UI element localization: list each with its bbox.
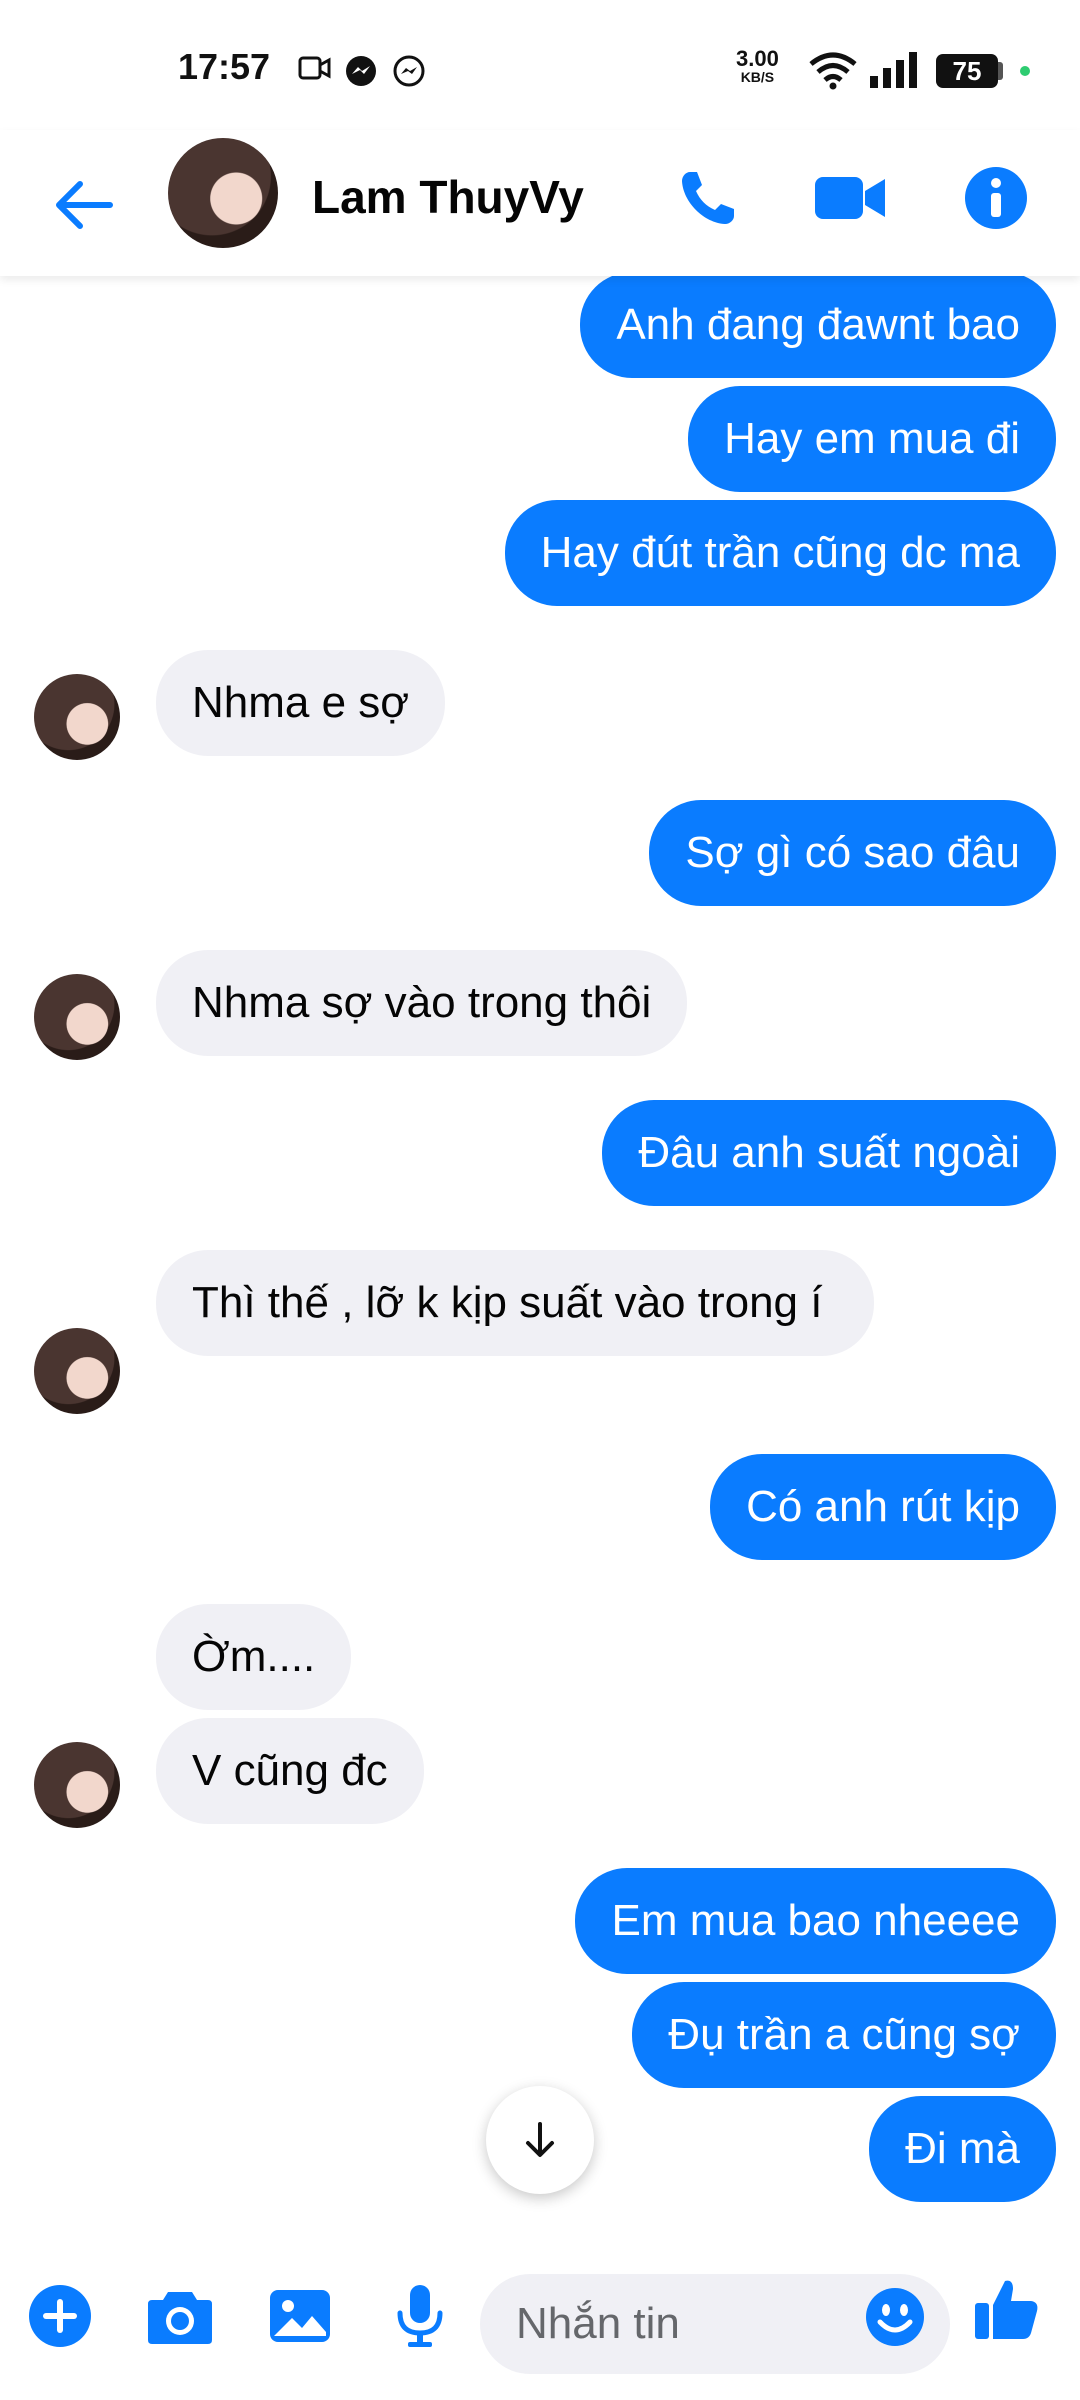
message-outgoing[interactable]: Đâu anh suất ngoài (602, 1100, 1056, 1206)
message-incoming[interactable]: V cũng đc (156, 1718, 424, 1824)
message-outgoing[interactable]: Có anh rút kịp (710, 1454, 1056, 1560)
emoji-icon (866, 2288, 924, 2346)
messenger-notification-icon-outline (393, 55, 425, 87)
message-outgoing[interactable]: Đụ trần a cũng sợ (632, 1982, 1056, 2088)
voice-message-button[interactable] (380, 2276, 460, 2356)
video-camera-icon (815, 177, 885, 219)
message-incoming[interactable]: Nhma e sợ (156, 650, 446, 756)
scroll-to-bottom-button[interactable] (486, 2086, 594, 2194)
image-icon (270, 2290, 330, 2342)
message-outgoing[interactable]: Đi mà (869, 2096, 1056, 2202)
message-outgoing[interactable]: Sợ gì có sao đâu (649, 800, 1056, 906)
signal-icon (870, 52, 917, 88)
video-recording-icon (298, 56, 331, 80)
message-outgoing[interactable]: Anh đang đawnt bao (580, 272, 1056, 378)
message-composer: Nhắn tin (0, 2250, 1080, 2400)
back-button[interactable] (50, 170, 120, 240)
battery-tip (998, 62, 1003, 80)
back-arrow-icon (56, 181, 113, 229)
info-button[interactable] (956, 158, 1036, 238)
messenger-notification-icon (346, 56, 376, 86)
network-speed-unit: KB/S (740, 69, 775, 85)
message-outgoing[interactable]: Hay đút trần cũng dc ma (504, 500, 1056, 606)
sender-avatar[interactable] (34, 1328, 120, 1414)
camera-icon (148, 2292, 212, 2344)
message-incoming[interactable]: Ờm.... (156, 1604, 352, 1710)
message-incoming[interactable]: Thì thế , lỡ k kịp suất vào trong í (156, 1250, 874, 1356)
phone-icon (682, 172, 734, 224)
message-incoming[interactable]: Nhma sợ vào trong thôi (156, 950, 688, 1056)
sender-avatar[interactable] (34, 674, 120, 760)
message-outgoing[interactable]: Hay em mua đi (688, 386, 1056, 492)
privacy-dot-icon (1020, 66, 1030, 76)
wifi-icon (809, 52, 857, 90)
video-call-button[interactable] (810, 158, 890, 238)
emoji-button[interactable] (864, 2286, 926, 2348)
thumbs-up-icon (975, 2280, 1038, 2339)
chat-header: Lam ThuyVy (0, 130, 1080, 276)
more-actions-button[interactable] (20, 2276, 100, 2356)
voice-call-button[interactable] (668, 158, 748, 238)
message-outgoing[interactable]: Em mua bao nheeee (575, 1868, 1056, 1974)
contact-avatar[interactable] (168, 138, 278, 248)
like-button[interactable] (966, 2268, 1046, 2348)
plus-circle-icon (29, 2285, 91, 2347)
gallery-button[interactable] (260, 2276, 340, 2356)
contact-name[interactable]: Lam ThuyVy (312, 170, 584, 224)
sender-avatar[interactable] (34, 1742, 120, 1828)
status-time: 17:57 (178, 46, 271, 87)
status-bar: 17:57 3.00 KB/S 75 (0, 0, 1080, 130)
arrow-down-icon (526, 2122, 554, 2157)
microphone-icon (397, 2285, 443, 2347)
network-speed: 3.00 KB/S (736, 48, 779, 86)
info-icon (965, 167, 1027, 229)
camera-button[interactable] (140, 2276, 220, 2356)
battery-indicator: 75 (936, 54, 998, 88)
sender-avatar[interactable] (34, 974, 120, 1060)
